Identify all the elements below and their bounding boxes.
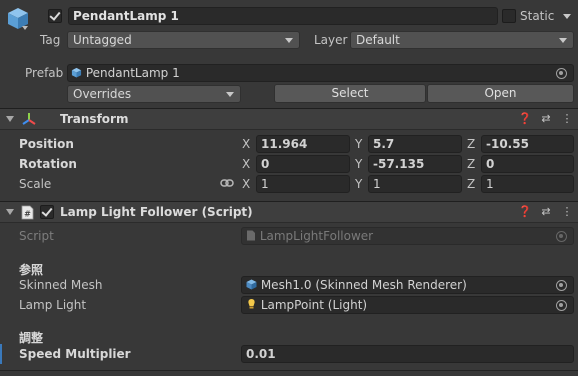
transform-icon (22, 113, 36, 125)
speed-multiplier-label: Speed Multiplier (19, 347, 131, 361)
overrides-dropdown[interactable]: Overrides (67, 85, 241, 103)
presets-icon[interactable]: ⇄ (539, 205, 553, 219)
scale-x-label[interactable]: X (242, 177, 250, 191)
script-value: LampLightFollower (259, 229, 374, 243)
script-component-header[interactable]: # Lamp Light Follower (Script) ❓ ⇄ ⋮ (0, 201, 578, 223)
more-options-icon[interactable]: ⋮ (560, 205, 574, 219)
speed-multiplier-field[interactable]: 0.01 (241, 345, 574, 363)
help-icon[interactable]: ❓ (518, 112, 532, 126)
script-field: LampLightFollower (241, 227, 574, 245)
prefab-field[interactable]: PendantLamp 1 (67, 64, 574, 82)
foldout-arrow-icon[interactable] (6, 209, 14, 215)
prefab-icon (71, 67, 82, 78)
object-picker-icon (556, 231, 567, 242)
layer-value: Default (356, 33, 400, 47)
lamp-light-value: LampPoint (Light) (260, 298, 368, 312)
script-component-title: Lamp Light Follower (Script) (60, 205, 253, 219)
position-x-label[interactable]: X (242, 137, 250, 151)
rotation-label: Rotation (19, 157, 77, 171)
static-dropdown-icon[interactable] (563, 14, 571, 19)
rotation-x-label[interactable]: X (242, 157, 250, 171)
object-picker-icon[interactable] (556, 300, 567, 311)
scale-z-field[interactable]: 1 (481, 175, 574, 193)
name-field[interactable]: PendantLamp 1 (68, 7, 498, 25)
position-z-label[interactable]: Z (467, 137, 475, 151)
foldout-arrow-icon[interactable] (6, 116, 14, 122)
transform-header[interactable]: Transform ❓ ⇄ ⋮ (0, 108, 578, 130)
script-enabled-toggle[interactable] (40, 205, 54, 219)
select-button[interactable]: Select (274, 84, 426, 103)
scale-y-label[interactable]: Y (355, 177, 362, 191)
script-label: Script (19, 229, 54, 243)
scale-x-field[interactable]: 1 (256, 175, 350, 193)
more-options-icon[interactable]: ⋮ (560, 112, 574, 126)
position-y-label[interactable]: Y (355, 137, 362, 151)
skinned-mesh-value: Mesh1.0 (Skinned Mesh Renderer) (260, 278, 467, 292)
chevron-down-icon (226, 92, 234, 97)
modified-indicator-bar (0, 344, 2, 364)
static-label: Static (520, 9, 555, 23)
section-header-adjust: 調整 (19, 331, 44, 345)
tag-label: Tag (40, 33, 61, 47)
skinned-mesh-label: Skinned Mesh (19, 278, 103, 292)
link-icon[interactable] (220, 178, 234, 188)
tag-dropdown[interactable]: Untagged (67, 31, 300, 49)
presets-icon[interactable]: ⇄ (539, 112, 553, 126)
prefab-value: PendantLamp 1 (85, 66, 180, 80)
lamp-light-label: Lamp Light (19, 298, 87, 312)
active-toggle[interactable] (48, 9, 62, 23)
scale-z-label[interactable]: Z (467, 177, 475, 191)
skinned-mesh-field[interactable]: Mesh1.0 (Skinned Mesh Renderer) (241, 276, 574, 294)
script-file-icon (247, 230, 255, 241)
position-y-field[interactable]: 5.7 (368, 135, 462, 153)
gameobject-icon-dropdown[interactable] (22, 26, 28, 30)
prefab-label: Prefab (25, 66, 64, 80)
overrides-label: Overrides (73, 87, 132, 101)
layer-label: Layer (314, 33, 348, 47)
rotation-y-label[interactable]: Y (355, 157, 362, 171)
svg-text:#: # (24, 210, 31, 219)
lamp-light-field[interactable]: LampPoint (Light) (241, 296, 574, 314)
rotation-z-label[interactable]: Z (467, 157, 475, 171)
open-button[interactable]: Open (427, 84, 574, 103)
object-picker-icon[interactable] (556, 280, 567, 291)
csharp-script-icon: # (21, 205, 34, 220)
bottom-divider (0, 370, 578, 371)
tag-value: Untagged (73, 33, 132, 47)
position-z-field[interactable]: -10.55 (481, 135, 574, 153)
position-label: Position (19, 137, 74, 151)
rotation-y-field[interactable]: -57.135 (368, 155, 462, 173)
scale-y-field[interactable]: 1 (368, 175, 462, 193)
layer-dropdown[interactable]: Default (350, 31, 574, 49)
chevron-down-icon (285, 38, 293, 43)
rotation-x-field[interactable]: 0 (256, 155, 350, 173)
section-header-reference: 参照 (19, 263, 44, 277)
position-x-field[interactable]: 11.964 (256, 135, 350, 153)
object-picker-icon[interactable] (556, 68, 567, 79)
light-icon (248, 299, 255, 309)
transform-title: Transform (60, 112, 129, 126)
chevron-down-icon (559, 38, 567, 43)
static-toggle[interactable] (502, 9, 516, 23)
help-icon[interactable]: ❓ (518, 205, 532, 219)
skinned-mesh-renderer-icon (246, 279, 257, 290)
rotation-z-field[interactable]: 0 (481, 155, 574, 173)
scale-label: Scale (19, 177, 52, 191)
